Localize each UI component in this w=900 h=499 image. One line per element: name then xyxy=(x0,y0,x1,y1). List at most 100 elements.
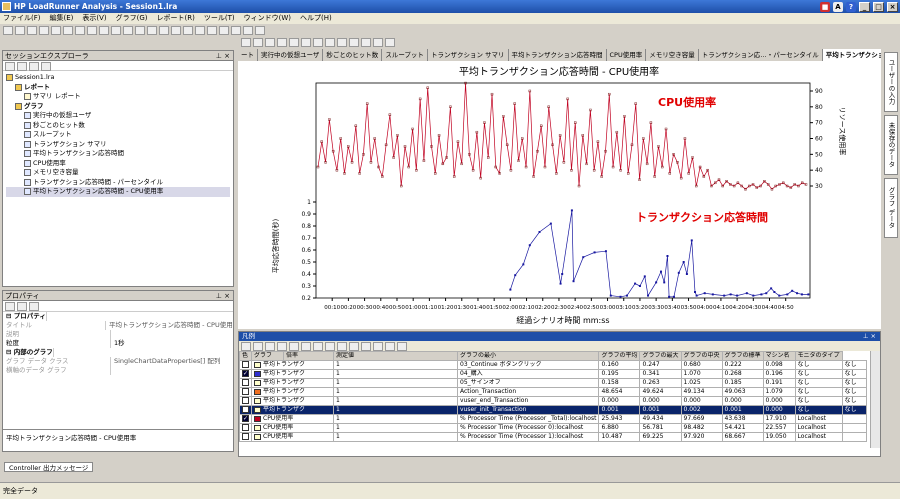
tree-item[interactable]: 平均トランザクション応答時間 xyxy=(6,149,230,159)
help-icon[interactable]: ? xyxy=(846,1,856,12)
legend-row[interactable]: 平均トランザク 1 Action_Transaction 48.654 49.624 49… xyxy=(239,387,868,397)
toolbar-button-icon[interactable] xyxy=(87,25,97,35)
toolbar-button-icon[interactable] xyxy=(277,37,287,47)
legend-column-header[interactable]: グラフの最小 xyxy=(456,351,600,361)
legend-color-cell[interactable] xyxy=(239,396,252,406)
checkbox[interactable] xyxy=(242,424,249,431)
legend-color-cell[interactable] xyxy=(239,360,252,370)
menu-item-7[interactable]: ヘルプ(H) xyxy=(300,13,332,24)
checkbox[interactable]: ✓ xyxy=(242,370,249,377)
legend-tool-icon[interactable] xyxy=(337,342,347,351)
sidetab-unsaved-data[interactable]: 未保存のデータ xyxy=(884,115,898,175)
legend-tool-icon[interactable] xyxy=(301,342,311,351)
toolbar-button-icon[interactable] xyxy=(385,37,395,47)
property-row[interactable]: 粒度 1秒 xyxy=(3,339,233,348)
toolbar-button-icon[interactable] xyxy=(325,37,335,47)
toolbar-button-icon[interactable] xyxy=(51,25,61,35)
tree-item[interactable]: 実行中の仮想ユーザ xyxy=(6,111,230,121)
legend-column-header[interactable]: グラフ xyxy=(251,351,284,361)
tree-item[interactable]: サマリ レポート xyxy=(6,92,230,102)
sidetab-graph-data[interactable]: グラフ データ xyxy=(884,178,898,238)
legend-tool-icon[interactable] xyxy=(265,342,275,351)
toolbar-button-icon[interactable] xyxy=(15,25,25,35)
toolbar-button-icon[interactable] xyxy=(171,25,181,35)
tab-graph[interactable]: メモリ空き容量 xyxy=(646,49,699,61)
legend-tool-icon[interactable] xyxy=(361,342,371,351)
toolbar-button-icon[interactable] xyxy=(159,25,169,35)
pin-icon[interactable]: ⊥ × xyxy=(216,291,230,301)
tree-item[interactable]: レポート xyxy=(6,83,230,93)
legend-column-header[interactable]: グラフの標準 xyxy=(721,351,764,361)
menu-item-3[interactable]: グラフ(G) xyxy=(116,13,148,24)
toolbar-button-icon[interactable] xyxy=(207,25,217,35)
tree-item[interactable]: グラフ xyxy=(6,102,230,112)
toolbar-button-icon[interactable] xyxy=(63,25,73,35)
tab-graph[interactable]: 秒ごとのヒット数 xyxy=(323,49,383,61)
tab-graph[interactable]: スループット xyxy=(382,49,428,61)
controller-output-tab[interactable]: Controller 出力メッセージ xyxy=(4,462,94,472)
tab-graph[interactable]: CPU使用率 xyxy=(607,49,647,61)
toolbar-button-icon[interactable] xyxy=(337,37,347,47)
legend-tool-icon[interactable] xyxy=(373,342,383,351)
tab-graph[interactable]: トランザクション サマリ xyxy=(428,49,509,61)
delete-icon[interactable] xyxy=(17,62,27,71)
toolbar-button-icon[interactable] xyxy=(289,37,299,47)
checkbox[interactable] xyxy=(242,433,249,440)
legend-color-cell[interactable] xyxy=(239,432,252,442)
toolbar-button-icon[interactable] xyxy=(111,25,121,35)
tree-item[interactable]: トランザクション応答時間 - パーセンタイル xyxy=(6,178,230,188)
legend-tool-icon[interactable] xyxy=(289,342,299,351)
legend-column-header[interactable]: 色 xyxy=(239,351,252,361)
toolbar-button-icon[interactable] xyxy=(231,25,241,35)
legend-row[interactable]: 平均トランザク 1 05_サインオフ 0.158 0.263 1.025 0.185 0.19… xyxy=(239,378,868,388)
menu-item-2[interactable]: 表示(V) xyxy=(82,13,106,24)
tree-item[interactable]: トランザクション サマリ xyxy=(6,140,230,150)
toolbar-button-icon[interactable] xyxy=(253,37,263,47)
menu-item-5[interactable]: ツール(T) xyxy=(204,13,235,24)
legend-column-header[interactable]: グラフの平均 xyxy=(598,351,641,361)
up-icon[interactable] xyxy=(29,62,39,71)
toolbar-button-icon[interactable] xyxy=(147,25,157,35)
legend-row[interactable]: CPU使用率 1% Processor Time (Processor 0):lo… xyxy=(239,423,868,433)
legend-color-cell[interactable]: ✓ xyxy=(239,369,252,379)
legend-column-header[interactable]: グラフの最大 xyxy=(639,351,682,361)
legend-row[interactable]: 平均トランザク 1 vuser_init_Transaction 0.001 0.001… xyxy=(239,405,868,415)
legend-column-header[interactable]: 測定値 xyxy=(333,351,458,361)
maximize-button[interactable]: □ xyxy=(873,1,884,12)
legend-tool-icon[interactable] xyxy=(277,342,287,351)
legend-tool-icon[interactable] xyxy=(397,342,407,351)
property-row[interactable]: タイトル 平均トランザクション応答時間 - CPU使用率 xyxy=(3,321,233,330)
tab-graph[interactable]: 平均トランザクション応答時間 xyxy=(509,49,607,61)
checkbox[interactable] xyxy=(242,397,249,404)
tree-item[interactable]: Session1.lra xyxy=(6,73,230,83)
close-button[interactable]: × xyxy=(887,1,898,12)
tree-item[interactable]: スループット xyxy=(6,130,230,140)
checkbox[interactable]: ✓ xyxy=(242,415,249,422)
pin-icon[interactable]: ⊥ × xyxy=(216,51,230,61)
toolbar-button-icon[interactable] xyxy=(195,25,205,35)
legend-tool-icon[interactable] xyxy=(241,342,251,351)
legend-row[interactable]: ✓ 平均トランザク 1 04_購入 0.195 0.341 1.070 0.268 0.196 な… xyxy=(239,369,868,379)
legend-color-cell[interactable] xyxy=(239,387,252,397)
tree-item[interactable]: 平均トランザクション応答時間 - CPU使用率 xyxy=(6,187,230,197)
minimize-button[interactable]: _ xyxy=(859,1,870,12)
toolbar-button-icon[interactable] xyxy=(27,25,37,35)
toolbar-button-icon[interactable] xyxy=(373,37,383,47)
legend-color-cell[interactable] xyxy=(239,378,252,388)
menu-item-0[interactable]: ファイル(F) xyxy=(3,13,41,24)
legend-color-cell[interactable] xyxy=(239,423,252,433)
legend-row[interactable]: CPU使用率 1% Processor Time (Processor 1):lo… xyxy=(239,432,868,442)
toolbar-button-icon[interactable] xyxy=(219,25,229,35)
ime-icon[interactable]: A xyxy=(833,1,843,12)
tab-graph[interactable]: 平均トランザクション応答時間 - CPU使用率 xyxy=(822,49,881,61)
toolbar-button-icon[interactable] xyxy=(39,25,49,35)
tab-graph[interactable]: ート xyxy=(238,49,258,61)
tree-item[interactable]: メモリ空き容量 xyxy=(6,168,230,178)
toolbar-button-icon[interactable] xyxy=(3,25,13,35)
legend-color-cell[interactable]: ✓ xyxy=(239,414,252,424)
legend-column-header[interactable]: マシン名 xyxy=(762,351,796,361)
tray-icon[interactable]: ■ xyxy=(820,1,830,12)
toolbar-button-icon[interactable] xyxy=(75,25,85,35)
legend-column-header[interactable]: モニタのタイプ xyxy=(794,351,843,361)
legend-tool-icon[interactable] xyxy=(313,342,323,351)
